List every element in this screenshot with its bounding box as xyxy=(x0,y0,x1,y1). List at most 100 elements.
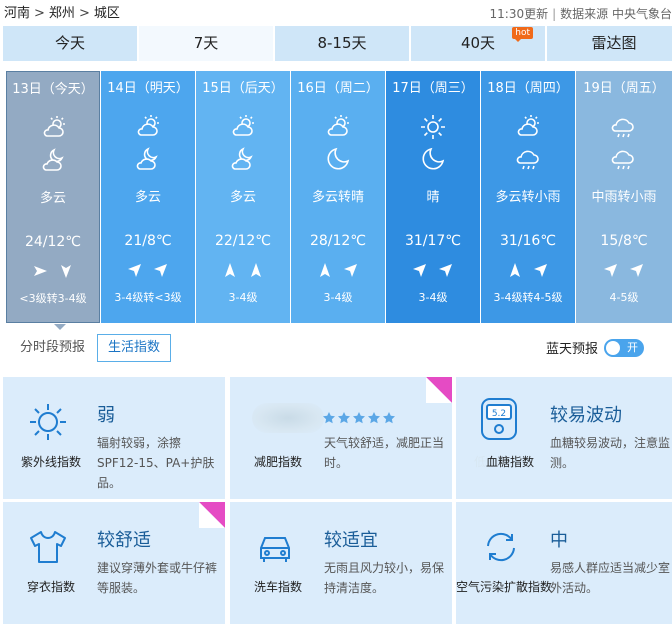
day-wind-level: 3-4级转4-5级 xyxy=(493,291,563,304)
index-card-air-pollution[interactable]: 空气污染扩散指数 中 易感人群应适当减少室外活动。 xyxy=(456,502,672,624)
partly-cloudy-icon xyxy=(232,115,254,136)
blurred-avatar-icon xyxy=(252,403,324,433)
life-index-grid: 紫外线指数 弱 辐射较弱，涂擦SPF12-15、PA+护肤品。 减肥指数 天气较… xyxy=(0,375,672,624)
partly-cloudy-icon xyxy=(327,115,349,136)
rain-icon xyxy=(516,150,539,170)
tab-radar[interactable]: 雷达图 xyxy=(547,26,672,61)
index-desc: 易感人群应适当减少室外活动。 xyxy=(550,561,671,595)
seven-day-forecast: 13日（今天） 多云 24/12℃ <3级转3-4级 14日（明天） 多云 21… xyxy=(6,71,672,330)
south-arrow-icon xyxy=(61,265,71,278)
ne-arrow-icon xyxy=(604,264,617,277)
selected-pointer xyxy=(54,324,66,330)
day-date: 18日（周四） xyxy=(487,81,569,96)
day-desc: 多云转小雨 xyxy=(495,190,561,205)
day-wind-level: 3-4级转<3级 xyxy=(114,291,182,304)
breadcrumb-province[interactable]: 河南 xyxy=(4,6,30,21)
rain-icon xyxy=(611,118,634,138)
index-card-car-wash[interactable]: 洗车指数 较适宜 无雨且风力较小，易保持清洁度。 xyxy=(230,502,452,624)
north-arrow-icon xyxy=(251,263,261,277)
tab-40-days[interactable]: 40天 hot xyxy=(411,26,545,61)
tab-8-15-days[interactable]: 8-15天 xyxy=(275,26,409,61)
toggle-label: 开 xyxy=(627,340,638,354)
day-date: 16日（周二） xyxy=(297,81,379,96)
update-info: 11:30更新 | 数据来源 中央气象台 xyxy=(489,7,672,21)
ne-arrow-icon xyxy=(439,264,452,277)
bluesky-toggle[interactable]: 开 xyxy=(604,338,644,357)
index-level: 较易波动 xyxy=(550,405,622,426)
day-temp: 31/17℃ xyxy=(404,233,462,249)
day-temp: 21/8℃ xyxy=(124,233,172,249)
day-desc: 晴 xyxy=(426,190,440,205)
day-desc: 多云 xyxy=(229,190,256,205)
index-card-weight-loss[interactable]: 减肥指数 天气较舒适，减肥正当时。 xyxy=(230,377,452,499)
index-name: 空气污染扩散指数 xyxy=(456,580,553,594)
hot-badge: hot xyxy=(512,27,533,42)
partly-cloudy-icon xyxy=(517,115,539,136)
ad-corner-icon xyxy=(199,502,225,528)
ad-corner-icon xyxy=(426,377,452,403)
tab-7-days[interactable]: 7天 xyxy=(139,26,273,61)
index-desc: 血糖较易波动，注意监测。 xyxy=(550,436,671,470)
day-desc: 多云 xyxy=(134,190,161,205)
bluesky-label: 蓝天预报 xyxy=(545,342,598,357)
index-card-dressing[interactable]: 穿衣指数 较舒适 建议穿薄外套或牛仔裤等服装。 xyxy=(3,502,225,624)
day-temp: 31/16℃ xyxy=(499,233,557,249)
index-name: 紫外线指数 xyxy=(20,455,81,469)
bluesky-forecast: 蓝天预报 开 xyxy=(546,338,644,357)
breadcrumb-city[interactable]: 郑州 xyxy=(49,6,75,21)
toggle-knob xyxy=(606,340,620,355)
data-source: 数据来源 中央气象台 xyxy=(560,7,672,21)
update-time: 11:30更新 xyxy=(489,7,549,21)
ne-arrow-icon xyxy=(344,264,357,277)
day-date: 19日（周五） xyxy=(583,81,665,96)
ne-arrow-icon xyxy=(630,264,643,277)
index-card-blood-sugar[interactable]: 5.2 低血糖指数 较易波动 血糖较易波动，注意监测。 xyxy=(456,377,672,499)
partly-cloudy-icon xyxy=(137,115,159,136)
day-date: 14日（明天） xyxy=(107,81,189,96)
rating-stars xyxy=(322,411,396,425)
tshirt-icon xyxy=(30,531,66,563)
day-card-15[interactable]: 15日（后天） 多云 22/12℃ 3-4级 xyxy=(196,71,290,323)
day-temp: 22/12℃ xyxy=(214,233,272,249)
moon-icon xyxy=(422,147,445,170)
day-wind-level: 3-4级 xyxy=(323,291,353,304)
glucose-meter-icon: 5.2 xyxy=(481,398,517,440)
tab-today[interactable]: 今天 xyxy=(3,26,137,61)
day-desc: 中雨转小雨 xyxy=(591,190,657,205)
day-card-13[interactable]: 13日（今天） 多云 24/12℃ <3级转3-4级 xyxy=(6,71,100,330)
index-desc: 辐射较弱，涂擦SPF12-15、PA+护肤品。 xyxy=(97,436,215,490)
day-card-16[interactable]: 16日（周二） 多云转晴 28/12℃ 3-4级 xyxy=(291,71,385,323)
day-card-19[interactable]: 19日（周五） 中雨转小雨 15/8℃ 4-5级 xyxy=(576,71,672,323)
cloudy-night-icon xyxy=(42,148,64,171)
star-icon xyxy=(338,412,350,424)
day-card-18[interactable]: 18日（周四） 多云转小雨 31/16℃ 3-4级转4-5级 xyxy=(481,71,575,323)
cloudy-night-icon xyxy=(231,147,253,170)
day-card-17[interactable]: 17日（周三） 晴 31/17℃ 3-4级 xyxy=(386,71,480,323)
day-wind-level: <3级转3-4级 xyxy=(19,292,87,305)
sun-outline-icon xyxy=(30,404,66,440)
day-wind-level: 3-4级 xyxy=(228,291,258,304)
index-level: 较适宜 xyxy=(324,530,378,551)
north-arrow-icon xyxy=(320,263,330,277)
index-name: 洗车指数 xyxy=(253,580,302,594)
day-date: 15日（后天） xyxy=(202,81,284,96)
day-card-14[interactable]: 14日（明天） 多云 21/8℃ 3-4级转<3级 xyxy=(101,71,195,323)
forecast-tabs: 今天 7天 8-15天 40天 hot 雷达图 xyxy=(3,26,672,61)
ne-arrow-icon xyxy=(413,264,426,277)
tab-life-index[interactable]: 生活指数 xyxy=(97,334,172,362)
air-cycle-icon xyxy=(487,532,515,562)
star-icon xyxy=(323,412,335,424)
star-icon xyxy=(368,412,380,424)
day-temp: 28/12℃ xyxy=(309,233,367,249)
breadcrumb-district[interactable]: 城区 xyxy=(94,6,120,21)
moon-icon xyxy=(327,147,350,170)
day-temp: 24/12℃ xyxy=(24,234,82,250)
index-desc: 天气较舒适，减肥正当时。 xyxy=(324,436,445,470)
star-icon xyxy=(353,412,365,424)
tab-hourly-forecast[interactable]: 分时段预报 xyxy=(20,335,85,361)
index-card-uv[interactable]: 紫外线指数 弱 辐射较弱，涂擦SPF12-15、PA+护肤品。 xyxy=(3,377,225,499)
index-name: 穿衣指数 xyxy=(26,580,75,594)
index-name: 减肥指数 xyxy=(253,455,302,469)
day-date: 13日（今天） xyxy=(12,82,94,97)
north-arrow-icon xyxy=(510,263,520,277)
